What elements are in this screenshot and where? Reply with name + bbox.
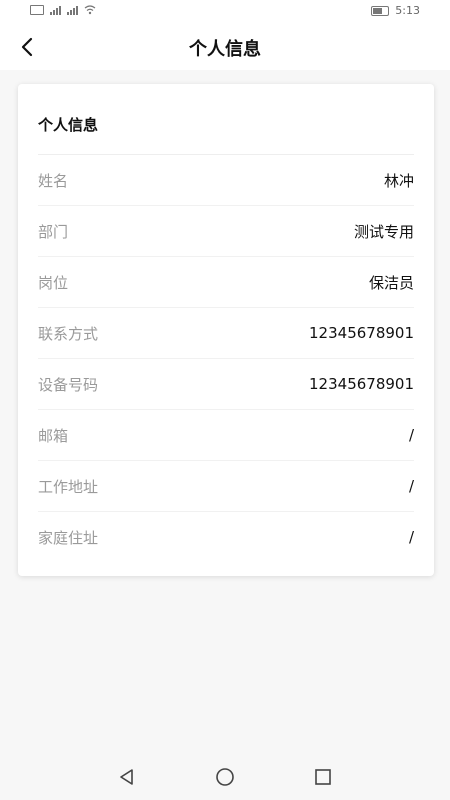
card-title: 个人信息 (38, 116, 99, 134)
info-row-work-address: 工作地址 / (38, 461, 414, 512)
status-time: 5:13 (395, 4, 420, 17)
row-label: 邮箱 (38, 426, 69, 445)
battery-icon (371, 5, 390, 16)
row-label: 岗位 (38, 273, 69, 292)
signal-icon (50, 5, 61, 15)
wifi-icon (84, 5, 96, 15)
status-icons-left (30, 5, 96, 15)
nav-back-button[interactable] (113, 763, 141, 791)
row-value: 林冲 (383, 171, 414, 190)
info-row-email: 邮箱 / (38, 410, 414, 461)
info-row-contact: 联系方式 12345678901 (38, 308, 414, 359)
row-value: / (408, 426, 414, 444)
row-label: 设备号码 (38, 375, 99, 394)
row-value: 保洁员 (368, 273, 414, 292)
recents-square-icon (315, 769, 331, 785)
app-header: 个人信息 (0, 24, 450, 70)
page-title: 个人信息 (189, 39, 261, 60)
status-icons-right: 5:13 (371, 4, 420, 17)
row-label: 家庭住址 (38, 528, 99, 547)
system-nav-bar (0, 754, 450, 800)
info-row-department: 部门 测试专用 (38, 206, 414, 257)
row-label: 联系方式 (38, 324, 99, 343)
row-label: 工作地址 (38, 477, 99, 496)
row-label: 部门 (38, 222, 69, 241)
sim-icon (30, 5, 44, 15)
row-value: / (408, 528, 414, 546)
info-row-device-number: 设备号码 12345678901 (38, 359, 414, 410)
row-value: / (408, 477, 414, 495)
row-value: 测试专用 (353, 222, 414, 241)
info-row-name: 姓名 林冲 (38, 155, 414, 206)
row-value: 12345678901 (309, 324, 414, 342)
personal-info-card: 个人信息 姓名 林冲 部门 测试专用 岗位 保洁员 联系方式 123456789… (18, 84, 434, 576)
info-row-position: 岗位 保洁员 (38, 257, 414, 308)
row-value: 12345678901 (309, 375, 414, 393)
back-triangle-icon (120, 769, 133, 785)
nav-home-button[interactable] (211, 763, 239, 791)
home-circle-icon (216, 768, 234, 786)
nav-recents-button[interactable] (309, 763, 337, 791)
signal-icon (67, 5, 78, 15)
info-row-home-address: 家庭住址 / (38, 512, 414, 562)
row-label: 姓名 (38, 171, 69, 190)
info-list: 姓名 林冲 部门 测试专用 岗位 保洁员 联系方式 12345678901 设备… (38, 155, 414, 562)
status-bar: 5:13 (0, 0, 450, 24)
